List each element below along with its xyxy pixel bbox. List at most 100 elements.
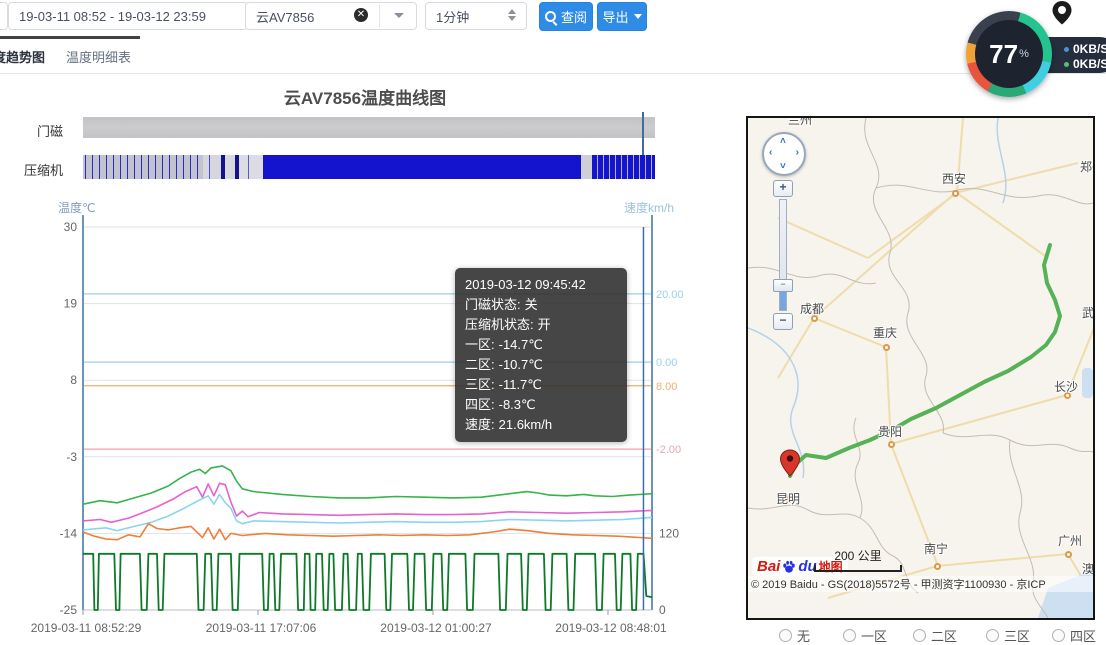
map-roads xyxy=(778,118,1093,598)
city-label: 重庆 xyxy=(873,324,897,341)
city-label: 贵阳 xyxy=(878,423,902,440)
city-label: 昆明 xyxy=(776,490,800,507)
compressor-status-bar[interactable] xyxy=(83,155,655,179)
city-label: 长沙 xyxy=(1054,378,1078,395)
baidu-map[interactable]: 兰州西安成都重庆长沙贵阳南宁广州郑州武汉昆明澳门 ˄ ˅ ‹ › + − − B… xyxy=(746,116,1095,620)
city-label: 郑州 xyxy=(1080,158,1095,175)
svg-text:19: 19 xyxy=(64,297,78,311)
tooltip-row: 压缩机状态:开 xyxy=(465,315,617,335)
svg-text:8: 8 xyxy=(70,373,77,387)
memory-gauge[interactable]: 77 % xyxy=(966,11,1052,97)
interval-value: 1分钟 xyxy=(436,7,469,26)
radio-icon[interactable] xyxy=(913,629,926,642)
clipped-toolbar-control[interactable] xyxy=(0,2,8,30)
zoom-out-button[interactable]: − xyxy=(773,313,793,330)
vehicle-pin-icon[interactable] xyxy=(778,449,802,477)
zoom-slider-track[interactable]: − xyxy=(779,199,787,311)
vehicle-value: 云AV7856 xyxy=(256,7,314,26)
city-label: 成都 xyxy=(800,300,824,317)
pan-up-icon: ˄ xyxy=(780,136,786,147)
clear-icon[interactable]: ✕ xyxy=(354,8,368,22)
map-attribution: © 2019 Baidu - GS(2018)5572号 - 甲测资字11009… xyxy=(748,576,1093,592)
chart-tooltip: 2019-03-12 09:45:42 门磁状态:关压缩机状态:开一区:-14.… xyxy=(455,268,627,442)
interval-select[interactable]: 1分钟 xyxy=(425,2,527,30)
query-label: 查阅 xyxy=(561,7,587,26)
map-zoom-control: + − − xyxy=(773,180,793,330)
chevron-down-icon[interactable] xyxy=(394,13,404,18)
upload-icon xyxy=(1064,47,1069,52)
tooltip-row: 速度:21.6km/h xyxy=(465,415,617,435)
svg-text:2019-03-11 08:52:29: 2019-03-11 08:52:29 xyxy=(31,621,142,635)
download-icon xyxy=(1064,62,1069,67)
gauge-percent: 77 xyxy=(989,39,1018,70)
series-四区 xyxy=(83,466,652,504)
tooltip-time: 2019-03-12 09:45:42 xyxy=(465,275,617,295)
city-dot xyxy=(888,441,895,448)
zoom-in-button[interactable]: + xyxy=(773,180,793,197)
net-up-row: 0KB/S xyxy=(1064,42,1106,56)
svg-text:2019-03-12 08:48:01: 2019-03-12 08:48:01 xyxy=(555,621,667,635)
legend-item-一区[interactable]: 一区 xyxy=(843,626,887,645)
city-label: 南宁 xyxy=(924,540,948,557)
map-borders xyxy=(748,118,1093,618)
svg-text:-2.00: -2.00 xyxy=(656,444,681,456)
city-dot xyxy=(934,563,941,570)
radio-icon[interactable] xyxy=(986,629,999,642)
vehicle-select[interactable]: 云AV7856 ✕ xyxy=(245,2,417,30)
legend-item-四区[interactable]: 四区 xyxy=(1052,626,1096,645)
tooltip-row: 一区:-14.7℃ xyxy=(465,335,617,355)
series-速度 xyxy=(83,554,652,610)
tooltip-row: 四区:-8.3℃ xyxy=(465,395,617,415)
legend-item-无[interactable]: 无 xyxy=(779,626,810,645)
export-label: 导出 xyxy=(602,7,628,26)
svg-text:-3: -3 xyxy=(66,450,77,464)
active-tab-indicator xyxy=(0,36,140,39)
city-label: 澳门 xyxy=(1082,560,1095,577)
city-label: 广州 xyxy=(1058,532,1082,549)
radio-icon[interactable] xyxy=(1052,629,1065,642)
tab-trend-chart[interactable]: 温度趋势图 xyxy=(0,47,45,66)
pan-down-icon: ˅ xyxy=(780,161,786,172)
map-canvas xyxy=(748,118,1093,618)
city-label: 武汉 xyxy=(1082,304,1095,321)
search-icon xyxy=(545,11,556,22)
location-pin-icon[interactable] xyxy=(1048,0,1076,28)
tooltip-row: 二区:-10.7℃ xyxy=(465,355,617,375)
svg-text:0.00: 0.00 xyxy=(656,357,677,369)
query-button[interactable]: 查阅 xyxy=(539,2,593,31)
svg-text:8.00: 8.00 xyxy=(656,381,677,393)
radio-icon[interactable] xyxy=(843,629,856,642)
legend-item-三区[interactable]: 三区 xyxy=(986,626,1030,645)
svg-text:速度km/h: 速度km/h xyxy=(624,200,674,215)
zoom-slider-handle[interactable]: − xyxy=(773,279,793,292)
svg-text:-14: -14 xyxy=(60,526,78,540)
pan-right-icon: › xyxy=(796,147,799,158)
export-button[interactable]: 导出 xyxy=(597,2,647,31)
city-label: 西安 xyxy=(942,170,966,187)
city-dot xyxy=(1065,551,1072,558)
pan-left-icon: ‹ xyxy=(769,147,772,158)
city-label: 兰州 xyxy=(788,116,812,128)
compressor-status-label: 压缩机 xyxy=(3,160,63,179)
baidu-paw-icon xyxy=(782,560,796,574)
stepper-icon[interactable] xyxy=(508,9,516,21)
tooltip-row: 门磁状态:关 xyxy=(465,295,617,315)
svg-text:2019-03-11 17:07:06: 2019-03-11 17:07:06 xyxy=(206,621,317,635)
series-一区 xyxy=(83,524,652,540)
legend-item-二区[interactable]: 二区 xyxy=(913,626,957,645)
status-crosshair-line xyxy=(642,112,644,155)
tab-detail-table[interactable]: 温度明细表 xyxy=(66,47,131,66)
city-dot xyxy=(883,344,890,351)
svg-text:120: 120 xyxy=(659,526,679,540)
divider xyxy=(379,5,380,27)
svg-text:2019-03-12 01:00:27: 2019-03-12 01:00:27 xyxy=(380,621,492,635)
date-range-input[interactable]: 19-03-11 08:52 - 19-03-12 23:59 xyxy=(8,2,248,30)
svg-text:0: 0 xyxy=(659,603,666,617)
date-range-value: 19-03-11 08:52 - 19-03-12 23:59 xyxy=(19,9,206,24)
city-dot xyxy=(952,190,959,197)
radio-icon[interactable] xyxy=(779,629,792,642)
svg-text:-25: -25 xyxy=(60,603,78,617)
map-scale: 200 公里 xyxy=(814,547,902,572)
map-pan-control[interactable]: ˄ ˅ ‹ › xyxy=(762,132,806,176)
door-status-bar[interactable] xyxy=(83,117,655,138)
